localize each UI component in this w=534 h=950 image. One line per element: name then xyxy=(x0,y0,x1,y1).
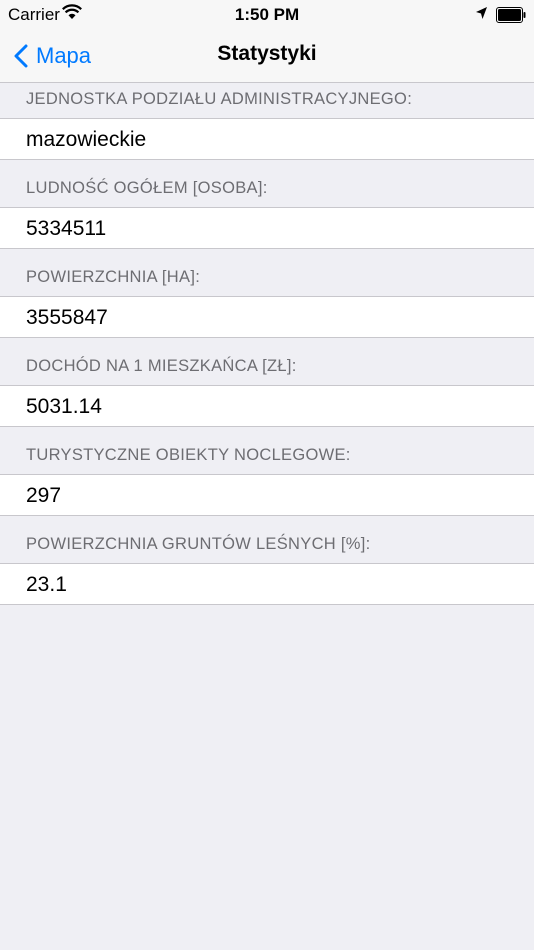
navigation-bar: Mapa Statystyki xyxy=(0,30,534,83)
cell-area: 3555847 xyxy=(0,296,534,338)
cell-income: 5031.14 xyxy=(0,385,534,427)
cell-value: mazowieckie xyxy=(26,128,147,151)
status-bar: Carrier 1:50 PM xyxy=(0,0,534,30)
section-header-tourist-objects: TURYSTYCZNE OBIEKTY NOCLEGOWE: xyxy=(26,446,351,464)
section-header-population: LUDNOŚĆ OGÓŁEM [OSOBA]: xyxy=(26,179,268,197)
cell-tourist-objects: 297 xyxy=(0,474,534,516)
cell-forest-area: 23.1 xyxy=(0,563,534,605)
cell-value: 3555847 xyxy=(26,306,108,329)
clock: 1:50 PM xyxy=(234,5,300,24)
cell-value: 297 xyxy=(26,484,62,507)
location-arrow-icon xyxy=(476,7,487,19)
cell-population: 5334511 xyxy=(0,207,534,249)
battery-icon xyxy=(496,7,526,23)
section-header-income: DOCHÓD NA 1 MIESZKAŃCA [ZŁ]: xyxy=(26,357,297,375)
section-header-area: POWIERZCHNIA [HA]: xyxy=(26,268,201,286)
section-header-admin-unit: JEDNOSTKA PODZIAŁU ADMINISTRACYJNEGO: xyxy=(26,90,413,108)
cell-admin-unit: mazowieckie xyxy=(0,118,534,160)
section-header-forest-area: POWIERZCHNIA GRUNTÓW LEŚNYCH [%]: xyxy=(26,535,371,553)
cell-value: 5031.14 xyxy=(26,395,102,418)
page-title: Statystyki xyxy=(217,42,317,65)
cell-value: 5334511 xyxy=(26,217,107,240)
cell-value: 23.1 xyxy=(26,573,67,596)
